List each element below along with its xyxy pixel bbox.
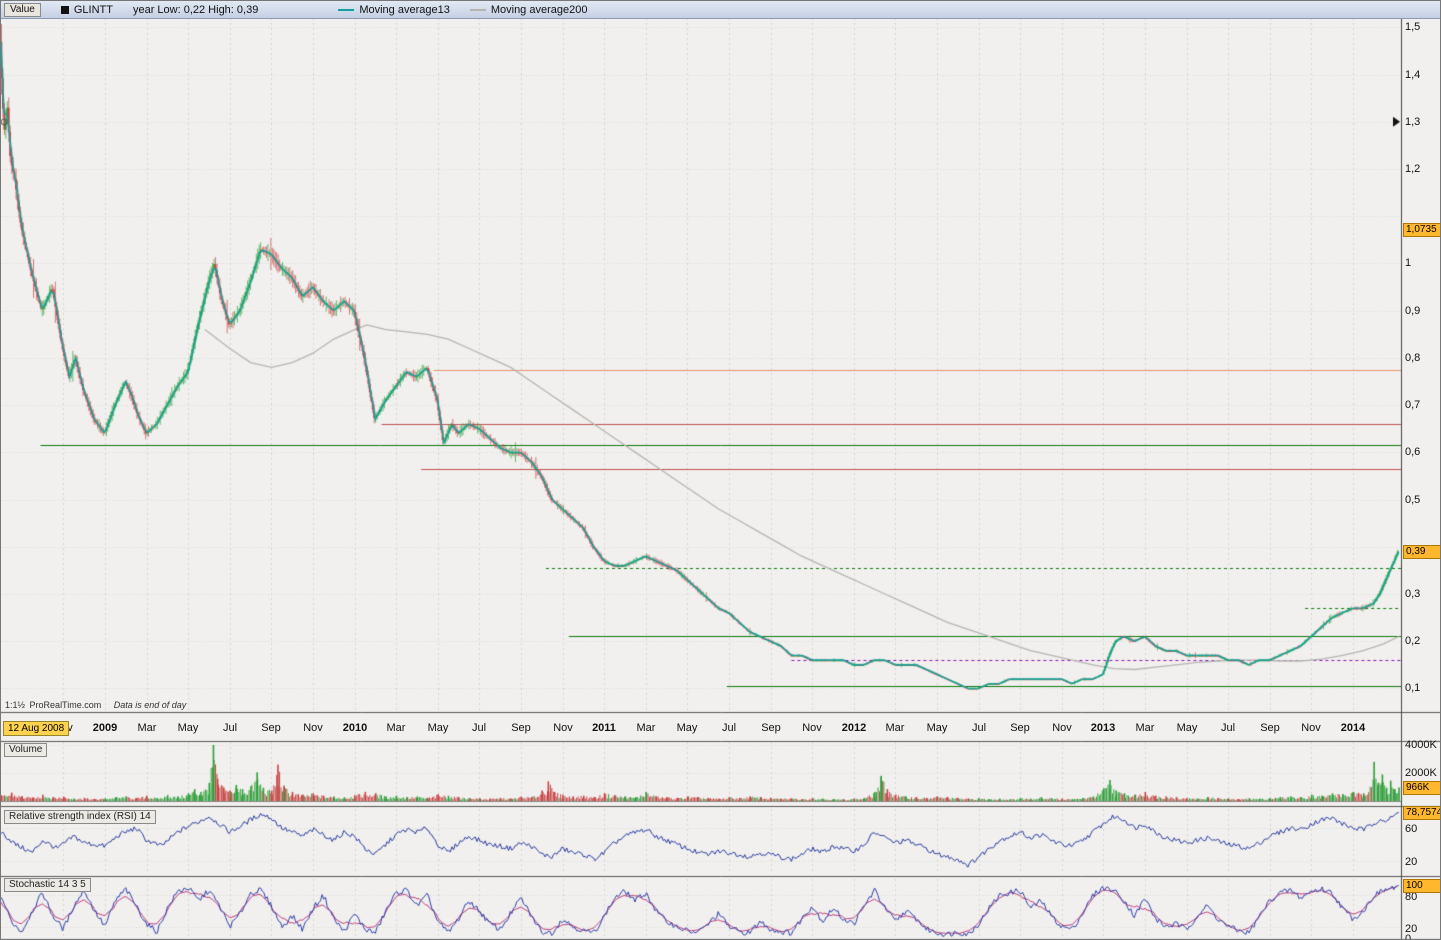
volume-panel-label[interactable]: Volume [4,743,47,757]
chart-legend-bar: Value GLINTT year Low: 0,22 High: 0,39 M… [1,1,1440,19]
price-level-badge: 1,0735 [1403,223,1441,237]
volume-value-badge: 966K [1403,781,1441,795]
chart-canvas[interactable] [1,1,1441,940]
instrument-label: GLINTT [74,4,113,16]
year-stats-label: year Low: 0,22 High: 0,39 [133,4,258,16]
legend-ma200[interactable]: Moving average200 [470,4,588,16]
ma200-label: Moving average200 [491,4,588,16]
rsi-value-badge: 78,7574 [1403,806,1441,820]
chart-footer-note: 1:1½ ProRealTime.com Data is end of day [5,700,186,710]
stoch-value-badge: 100 [1403,879,1441,893]
scale-ratio-label: 1:1½ [5,700,25,710]
last-price-badge: 0,39 [1403,545,1441,559]
date-badge: 12 Aug 2008 [3,721,69,736]
legend-ma13[interactable]: Moving average13 [338,4,450,16]
prorealtime-brand-label: ProRealTime.com [30,700,102,710]
rsi-panel-label[interactable]: Relative strength index (RSI) 14 [4,810,156,824]
ma13-label: Moving average13 [359,4,450,16]
stoch-panel-label[interactable]: Stochastic 14 3 5 [4,878,91,892]
ma13-swatch-icon [338,9,354,11]
legend-instrument[interactable]: GLINTT [61,4,113,16]
value-axis-button[interactable]: Value [4,3,41,17]
instrument-swatch-icon [61,6,69,14]
prorealtime-chart-window: Value GLINTT year Low: 0,22 High: 0,39 M… [0,0,1441,940]
ma200-swatch-icon [470,9,486,11]
data-note-label: Data is end of day [114,700,187,710]
